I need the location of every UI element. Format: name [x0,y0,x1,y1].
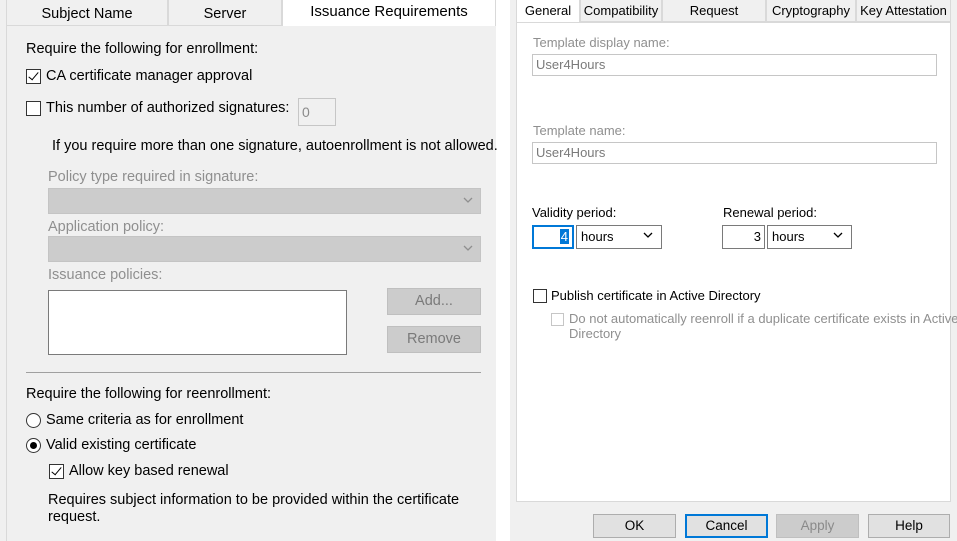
same-criteria-radio[interactable] [26,413,41,428]
chevron-down-icon [642,226,654,248]
chevron-down-icon [832,226,844,248]
validity-period-input[interactable]: 4 [532,225,574,249]
renewal-period-label: Renewal period: [723,205,817,220]
ca-manager-approval-label[interactable]: CA certificate manager approval [46,68,252,84]
template-name-label: Template name: [533,123,626,138]
authorized-signatures-label[interactable]: This number of authorized signatures: [46,100,289,116]
renewal-unit-value: hours [772,229,805,244]
help-button[interactable]: Help [868,514,950,538]
tab-compatibility[interactable]: Compatibility [580,0,662,22]
reenrollment-heading: Require the following for reenrollment: [26,386,272,402]
renewal-unit-select[interactable]: hours [767,225,852,249]
ok-button[interactable]: OK [593,514,676,538]
validity-value-selected: 4 [559,229,569,244]
chevron-down-icon [462,194,474,209]
tab-issuance-requirements[interactable]: Issuance Requirements [282,0,496,27]
remove-button[interactable]: Remove [387,326,481,353]
apply-button[interactable]: Apply [776,514,859,538]
application-policy-label: Application policy: [48,219,165,235]
enrollment-heading: Require the following for enrollment: [26,41,259,57]
no-reenroll-label-line1[interactable]: Do not automatically reenroll if a dupli… [569,311,957,326]
ca-manager-approval-checkbox[interactable] [26,69,41,84]
validity-unit-select[interactable]: hours [576,225,662,249]
template-properties-dialog: General Compatibility Request Handling C… [510,0,957,541]
policy-type-dropdown[interactable] [48,188,481,214]
cancel-button[interactable]: Cancel [685,514,768,538]
validity-period-label: Validity period: [532,205,617,220]
issuance-policies-list[interactable] [48,290,347,355]
tab-server[interactable]: Server [168,0,282,26]
add-button[interactable]: Add... [387,288,481,315]
same-criteria-label[interactable]: Same criteria as for enrollment [46,412,243,428]
allow-key-renewal-label[interactable]: Allow key based renewal [69,463,229,479]
valid-existing-certificate-label[interactable]: Valid existing certificate [46,437,196,453]
no-reenroll-checkbox[interactable] [551,313,564,326]
issuance-requirements-dialog: Subject Name Server Issuance Requirement… [0,0,498,541]
tab-subject-name[interactable]: Subject Name [6,0,168,26]
tab-request-handling[interactable]: Request Handling [662,0,766,40]
subject-info-note-line1: Requires subject information to be provi… [48,492,460,508]
general-panel [516,22,951,502]
allow-key-renewal-checkbox[interactable] [49,464,64,479]
template-name-field[interactable]: User4Hours [532,142,937,164]
policy-type-label: Policy type required in signature: [48,169,259,185]
subject-info-note-line2: request. [48,509,101,525]
display-name-label: Template display name: [533,35,670,50]
publish-in-ad-label[interactable]: Publish certificate in Active Directory [551,288,761,303]
renewal-period-input[interactable]: 3 [722,225,765,249]
signature-note: If you require more than one signature, … [52,138,498,154]
publish-in-ad-checkbox[interactable] [533,289,547,303]
no-reenroll-label-line2[interactable]: Directory [569,326,621,341]
application-policy-dropdown[interactable] [48,236,481,262]
authorized-signatures-spinner[interactable]: 0 [298,98,336,126]
tab-cryptography[interactable]: Cryptography [766,0,856,22]
section-divider [26,372,481,373]
tab-key-attestation[interactable]: Key Attestation [856,0,951,22]
authorized-signatures-checkbox[interactable] [26,101,41,116]
validity-unit-value: hours [581,229,614,244]
chevron-down-icon [462,242,474,257]
tab-general[interactable]: General [516,0,580,24]
display-name-field[interactable]: User4Hours [532,54,937,76]
valid-existing-certificate-radio[interactable] [26,438,41,453]
issuance-policies-label: Issuance policies: [48,267,163,283]
